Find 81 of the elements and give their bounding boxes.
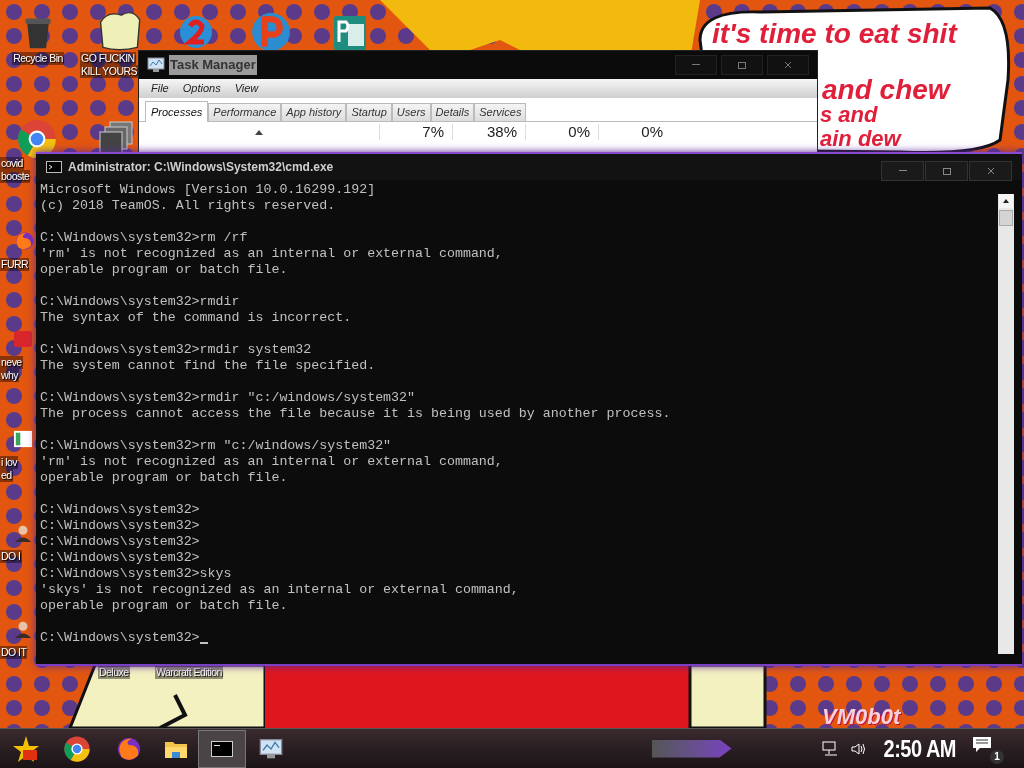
console-line: 'skys' is not recognized as an internal or external command, [40, 582, 520, 598]
minimize-icon [898, 170, 907, 172]
monitor-icon [147, 57, 165, 73]
icon-label[interactable]: ed [0, 469, 13, 482]
console-line: C:\Windows\system32>rmdir system32 [40, 342, 313, 358]
tab[interactable]: Users [391, 103, 431, 121]
maximize-icon [738, 61, 746, 69]
console-line: Microsoft Windows [Version 10.0.16299.192] [40, 182, 377, 198]
network-icon[interactable] [821, 740, 840, 757]
window-title: Task Manager [169, 55, 257, 75]
column-header: 0% [525, 124, 598, 140]
maximize-icon [942, 167, 951, 175]
menu-item[interactable]: View [234, 80, 259, 97]
console-icon [46, 161, 62, 173]
console-line: operable program or batch file. [40, 470, 289, 486]
icon-label[interactable]: neve [0, 356, 23, 369]
monitor-icon [259, 737, 283, 760]
console-line: 'rm' is not recognized as an internal or external command, [40, 246, 504, 262]
tab[interactable]: Startup [346, 103, 392, 121]
icon-label[interactable]: FURR [0, 258, 30, 271]
icon-label[interactable]: why [0, 369, 20, 382]
console-line: C:\Windows\system32>rm "c:/windows/system32" [40, 438, 393, 454]
sort-arrow-icon [255, 130, 263, 135]
column-header: 7% [379, 124, 452, 140]
wallpaper-text: VM0b0t [822, 706, 901, 728]
console-line: C:\Windows\system32> [40, 630, 200, 646]
tab[interactable]: App history [281, 103, 347, 121]
icon-label[interactable]: Recycle Bin [12, 52, 64, 65]
tab[interactable]: Processes [145, 101, 209, 122]
console-line: The system cannot find the file specified. [40, 358, 377, 374]
close-icon [784, 61, 792, 69]
clock[interactable]: 2:50 AM [877, 731, 962, 766]
icon-label[interactable]: booste [0, 170, 31, 183]
maximize-button[interactable] [721, 55, 763, 75]
console-line: operable program or batch file. [40, 598, 289, 614]
maximize-button[interactable] [925, 161, 968, 181]
console-line: C:\Windows\system32> [40, 550, 201, 566]
tab[interactable]: Details [430, 103, 475, 121]
icon-label[interactable]: KILL YOURS [80, 65, 139, 78]
console-line: The process cannot access the file because it is being used by another process. [40, 406, 672, 422]
menu-item[interactable]: File [151, 80, 169, 97]
minimize-icon [692, 64, 700, 66]
scrollbar[interactable] [998, 194, 1014, 654]
console-line: operable program or batch file. [40, 262, 289, 278]
menu-item[interactable]: Options [182, 80, 221, 97]
icon-label[interactable]: GO FUCKIN [80, 52, 136, 65]
icon-label[interactable]: i lov [0, 456, 19, 469]
console-icon [211, 740, 233, 757]
taskbar-button[interactable] [198, 729, 246, 768]
speech-bubble-text: and chew [822, 76, 950, 104]
column-header: 0% [598, 124, 671, 140]
console-line: C:\Windows\system32>rm /rf [40, 230, 249, 246]
icon-label[interactable]: DO I [0, 550, 22, 563]
console-line: C:\Windows\system32>skys [40, 566, 233, 582]
scroll-up-icon[interactable] [999, 194, 1013, 208]
console-line: C:\Windows\system32>rmdir "c:/windows/system32" [40, 390, 417, 406]
browser-icon [63, 734, 91, 763]
tab[interactable]: Performance [208, 103, 282, 121]
tab[interactable]: Services [474, 103, 527, 121]
speech-bubble-text: it's time to eat shit [712, 20, 957, 48]
window-title: Administrator: C:\Windows\System32\cmd.exe [68, 159, 334, 176]
close-icon [986, 167, 995, 175]
icon-label[interactable]: DO IT [0, 646, 28, 659]
scrollbar-thumb[interactable] [999, 210, 1013, 226]
notification-count: 1 [990, 749, 1004, 764]
notifications-button[interactable]: 1 [972, 733, 1004, 764]
console-line: (c) 2018 TeamOS. All rights reserved. [40, 198, 337, 214]
console-line: C:\Windows\system32>rmdir [40, 294, 241, 310]
browser-icon [16, 118, 58, 160]
console-line: The syntax of the command is incorrect. [40, 310, 353, 326]
console-line: C:\Windows\system32> [40, 534, 201, 550]
flame-globe-icon [116, 735, 142, 762]
speech-bubble-text: s and [820, 104, 878, 126]
volume-icon[interactable] [849, 741, 868, 756]
icon-label[interactable]: covid [0, 157, 24, 170]
speech-bubble-text: ain dew [820, 128, 901, 150]
console-line: 'rm' is not recognized as an internal or external command, [40, 454, 504, 470]
console-line: C:\Windows\system32> [40, 518, 201, 534]
column-header: 38% [452, 124, 525, 140]
console-line: C:\Windows\system32> [40, 502, 201, 518]
message-icon [972, 735, 992, 754]
